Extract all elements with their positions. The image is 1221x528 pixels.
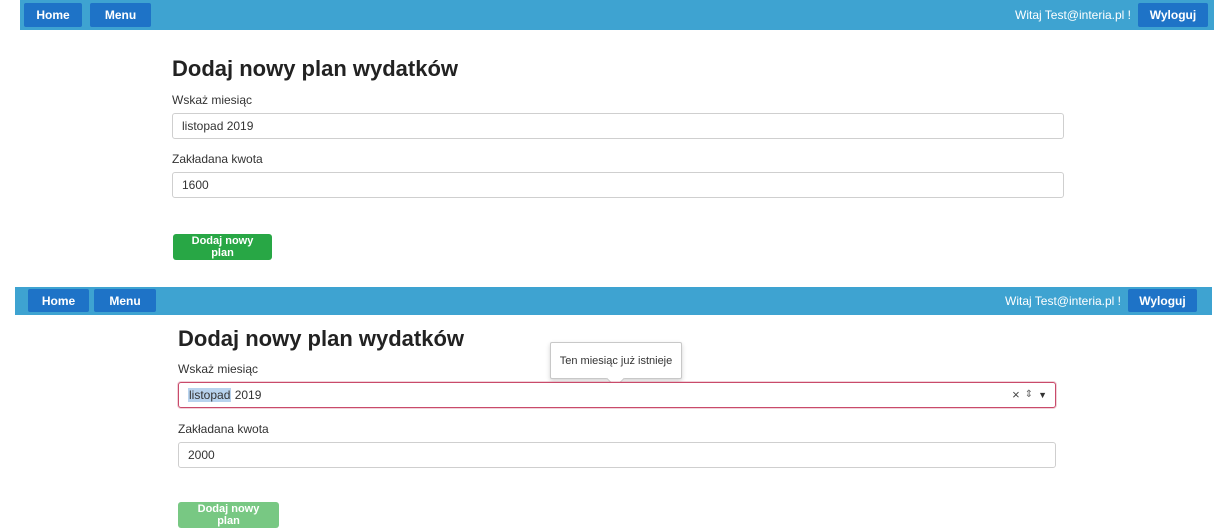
month-input-selected-text: listopad (188, 388, 232, 402)
home-button[interactable]: Home (28, 289, 89, 312)
amount-label: Zakładana kwota (172, 152, 263, 166)
month-input[interactable]: listopad 2019 × ⇕ ▼ (178, 382, 1056, 408)
validation-tooltip: Ten miesiąc już istnieje (550, 342, 682, 379)
amount-input[interactable]: 1600 (172, 172, 1064, 198)
amount-input-value: 2000 (188, 448, 215, 462)
page-title: Dodaj nowy plan wydatków (178, 326, 465, 351)
panel-initial-state: Home Menu Witaj Test@interia.pl ! Wylogu… (0, 0, 1221, 268)
spinner-icon[interactable]: ⇕ (1025, 383, 1033, 407)
menu-button[interactable]: Menu (90, 3, 151, 27)
amount-input[interactable]: 2000 (178, 442, 1056, 468)
month-label: Wskaż miesiąc (178, 362, 259, 376)
top-navbar: Home Menu Witaj Test@interia.pl ! Wylogu… (20, 0, 1214, 30)
month-input-value: listopad 2019 (182, 119, 254, 133)
logout-button[interactable]: Wyloguj (1138, 3, 1208, 27)
amount-input-value: 1600 (182, 178, 209, 192)
top-navbar: Home Menu Witaj Test@interia.pl ! Wylogu… (15, 287, 1212, 315)
logout-button[interactable]: Wyloguj (1128, 289, 1197, 312)
month-input-controls: × ⇕ ▼ (1012, 383, 1047, 407)
month-input-rest-text: 2019 (231, 388, 262, 402)
panel-error-state: Home Menu Witaj Test@interia.pl ! Wylogu… (0, 287, 1221, 528)
page-title: Dodaj nowy plan wydatków (172, 56, 459, 81)
dropdown-arrow-icon[interactable]: ▼ (1038, 383, 1047, 407)
amount-label: Zakładana kwota (178, 422, 269, 436)
month-input[interactable]: listopad 2019 (172, 113, 1064, 139)
menu-button[interactable]: Menu (94, 289, 156, 312)
greeting-text: Witaj Test@interia.pl ! (1005, 294, 1121, 308)
add-plan-button[interactable]: Dodaj nowy plan (173, 234, 272, 260)
home-button[interactable]: Home (24, 3, 82, 27)
greeting-text: Witaj Test@interia.pl ! (1015, 8, 1131, 22)
month-label: Wskaż miesiąc (172, 93, 253, 107)
add-plan-button[interactable]: Dodaj nowy plan (178, 502, 279, 528)
clear-icon[interactable]: × (1012, 383, 1020, 407)
